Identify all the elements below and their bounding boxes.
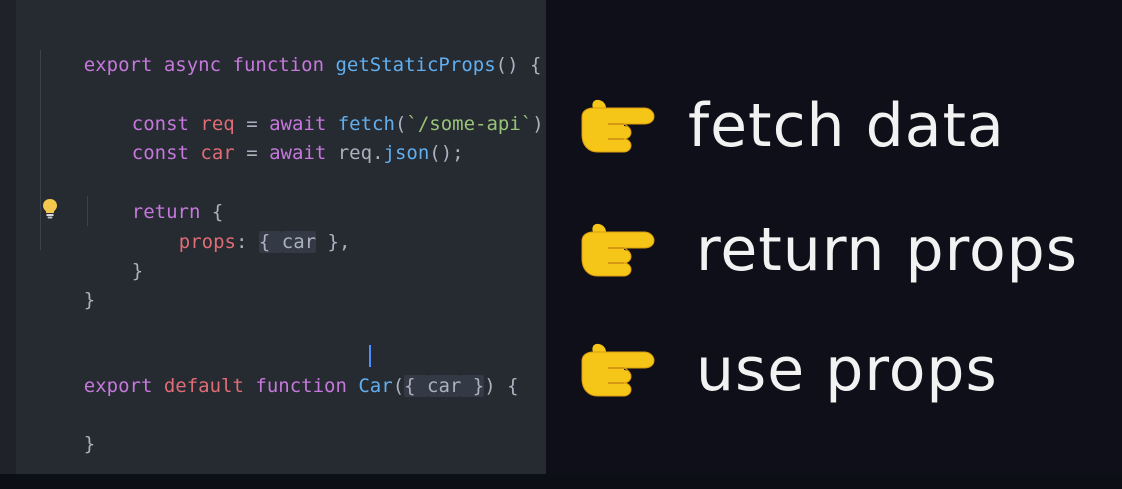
backhand-index-pointing-right-icon bbox=[581, 223, 655, 277]
bullet-use-props: use props bbox=[576, 330, 998, 410]
backhand-index-pointing-right-icon bbox=[581, 99, 655, 153]
code-line-5[interactable]: props: { car }, bbox=[133, 197, 350, 253]
keyword-function: function bbox=[232, 54, 325, 76]
colon: : bbox=[235, 231, 259, 253]
param-car: car bbox=[427, 375, 462, 397]
destructure-brace-open: { bbox=[404, 375, 428, 397]
brace-close: } bbox=[131, 260, 144, 282]
code-line-7[interactable]: } bbox=[38, 255, 95, 311]
code-line-8[interactable]: export default function Car({ car }) { bbox=[38, 341, 519, 397]
code-line-2[interactable]: const req = await fetch(`/some-api`); bbox=[86, 79, 555, 135]
keyword-async: async bbox=[163, 54, 222, 76]
function-json: json bbox=[383, 142, 430, 164]
keyword-export: export bbox=[83, 375, 153, 397]
lightbulb-icon[interactable] bbox=[41, 198, 59, 220]
keyword-export: export bbox=[83, 54, 153, 76]
variable-car: car bbox=[200, 142, 235, 164]
paren-open: ( bbox=[392, 375, 405, 397]
bullet-fetch-data: fetch data bbox=[576, 86, 1005, 166]
object-brace-open: { bbox=[258, 231, 282, 253]
code-line-1[interactable]: export async function getStaticProps() { bbox=[38, 20, 542, 76]
keyword-function: function bbox=[255, 375, 347, 397]
function-name: getStaticProps bbox=[335, 54, 496, 76]
object-req: req bbox=[337, 142, 373, 164]
dot: . bbox=[372, 142, 384, 164]
function-name: Car bbox=[358, 375, 393, 397]
editor-left-edge bbox=[0, 0, 16, 474]
property-props: props bbox=[178, 231, 236, 253]
text-cursor bbox=[369, 345, 371, 367]
keyword-default: default bbox=[163, 375, 244, 397]
value-car: car bbox=[281, 231, 317, 253]
bullet-text: return props bbox=[696, 215, 1079, 285]
code-editor-panel: export async function getStaticProps() {… bbox=[0, 0, 555, 474]
code-line-9[interactable]: } bbox=[38, 399, 95, 455]
backhand-index-pointing-right-icon bbox=[581, 343, 655, 397]
bullet-text: fetch data bbox=[688, 91, 1005, 161]
slide-panel: fetch data return props use props bbox=[546, 0, 1122, 474]
code-line-4[interactable]: return { bbox=[86, 167, 224, 223]
brace-close: } bbox=[83, 433, 96, 455]
operator-equals: = bbox=[234, 142, 270, 164]
object-brace-close: }, bbox=[316, 231, 351, 253]
keyword-await: await bbox=[269, 142, 327, 164]
keyword-const: const bbox=[131, 142, 189, 164]
code-line-3[interactable]: const car = await req.json(); bbox=[86, 108, 464, 164]
punctuation: ) { bbox=[484, 375, 519, 397]
destructure-brace-close: } bbox=[461, 375, 485, 397]
punctuation: (); bbox=[429, 142, 464, 164]
punctuation: () { bbox=[495, 54, 542, 76]
bullet-text: use props bbox=[696, 335, 998, 405]
code-line-6[interactable]: } bbox=[86, 226, 143, 282]
bullet-return-props: return props bbox=[576, 210, 1078, 290]
brace-close: } bbox=[83, 289, 96, 311]
